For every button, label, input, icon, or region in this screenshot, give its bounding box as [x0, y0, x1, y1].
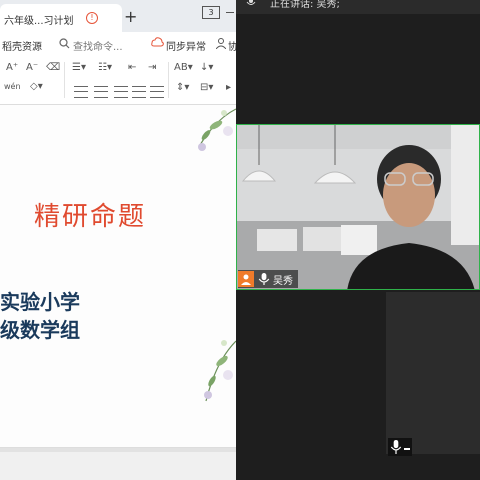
speaker-strip: 正在讲话: 吴秀; [236, 0, 480, 14]
decrease-indent-icon[interactable]: ⇤ [128, 62, 136, 73]
format-toolbar: A⁺ A⁻ ⌫ wén ◇▾ ☰▾ ☷▾ ⇤ ⇥ AB▾ ↓▾ ⇕▾ ⊟▾ ▸ [0, 56, 236, 105]
participant-audio-indicator [388, 438, 412, 456]
document-page[interactable] [0, 105, 236, 447]
school-name: 实验小学 [0, 290, 80, 314]
numbered-list-icon[interactable]: ☷▾ [98, 62, 112, 73]
distribute-icon[interactable] [150, 86, 164, 98]
toolbar-divider [168, 62, 169, 98]
toolbar-divider [64, 62, 65, 98]
layout-icon[interactable]: 3 [202, 6, 220, 19]
group-name: 级数学组 [0, 318, 80, 342]
eraser-icon[interactable]: ⌫ [46, 62, 60, 73]
collab-icon[interactable] [215, 38, 227, 52]
borders-icon[interactable]: ⊟▾ [200, 82, 213, 93]
document-tab[interactable]: 六年级...习计划 ! [0, 4, 122, 32]
sync-status[interactable]: 同步异常 [166, 38, 206, 53]
participant-name-tag: 吴秀 [238, 270, 298, 288]
search-icon[interactable] [59, 38, 70, 52]
pinyin-button[interactable]: wén [4, 82, 21, 91]
new-tab-button[interactable]: + [124, 7, 137, 26]
sync-warning-icon[interactable]: ! [86, 12, 98, 24]
collab-label[interactable]: 协 [228, 38, 236, 53]
resources-menu[interactable]: 稻壳资源 [2, 38, 42, 53]
align-left-icon[interactable] [74, 86, 88, 98]
cloud-sync-icon[interactable] [151, 37, 164, 51]
sort-icon[interactable]: ↓▾ [200, 62, 213, 73]
bullet-list-icon[interactable]: ☰▾ [72, 62, 86, 73]
horizontal-scrollbar[interactable] [0, 448, 236, 452]
floral-decoration-top [198, 108, 236, 151]
justify-icon[interactable] [132, 86, 146, 98]
align-right-icon[interactable] [114, 86, 128, 98]
tab-bar: 六年级...习计划 ! + 3 [0, 0, 236, 32]
document-window: 六年级...习计划 ! + 3 稻壳资源 查找命令... 同步异常 协 A⁺ A… [0, 0, 236, 480]
document-tab-title: 六年级...习计划 [4, 16, 74, 27]
text-style-icon[interactable]: AB▾ [174, 62, 193, 73]
align-center-icon[interactable] [94, 86, 108, 98]
floral-decoration-bottom [204, 340, 236, 402]
mic-icon [246, 0, 256, 5]
participant-tile[interactable] [386, 292, 480, 454]
increase-indent-icon[interactable]: ⇥ [148, 62, 156, 73]
menu-bar: 稻壳资源 查找命令... 同步异常 协 [0, 32, 236, 56]
document-title: 精研命题 [34, 202, 147, 232]
line-spacing-icon[interactable]: ⇕▾ [176, 82, 189, 93]
audio-level-bar [404, 448, 410, 450]
status-bar [0, 447, 236, 480]
search-command-input[interactable]: 查找命令... [73, 38, 123, 53]
participant-name: 吴秀 [273, 275, 293, 287]
mic-icon [390, 440, 402, 454]
font-size-up-button[interactable]: A⁺ [6, 62, 18, 73]
active-speaker-video[interactable]: 吴秀 [236, 124, 480, 290]
speaking-indicator: 正在讲话: 吴秀; [270, 0, 340, 10]
mic-icon [258, 273, 270, 285]
font-size-down-button[interactable]: A⁻ [26, 62, 38, 73]
participant-video-feed [237, 125, 479, 289]
highlight-icon[interactable]: ◇▾ [30, 81, 43, 92]
more-icon[interactable]: ▸ [226, 82, 231, 93]
minimize-icon[interactable] [226, 12, 234, 13]
avatar-icon [238, 271, 254, 287]
